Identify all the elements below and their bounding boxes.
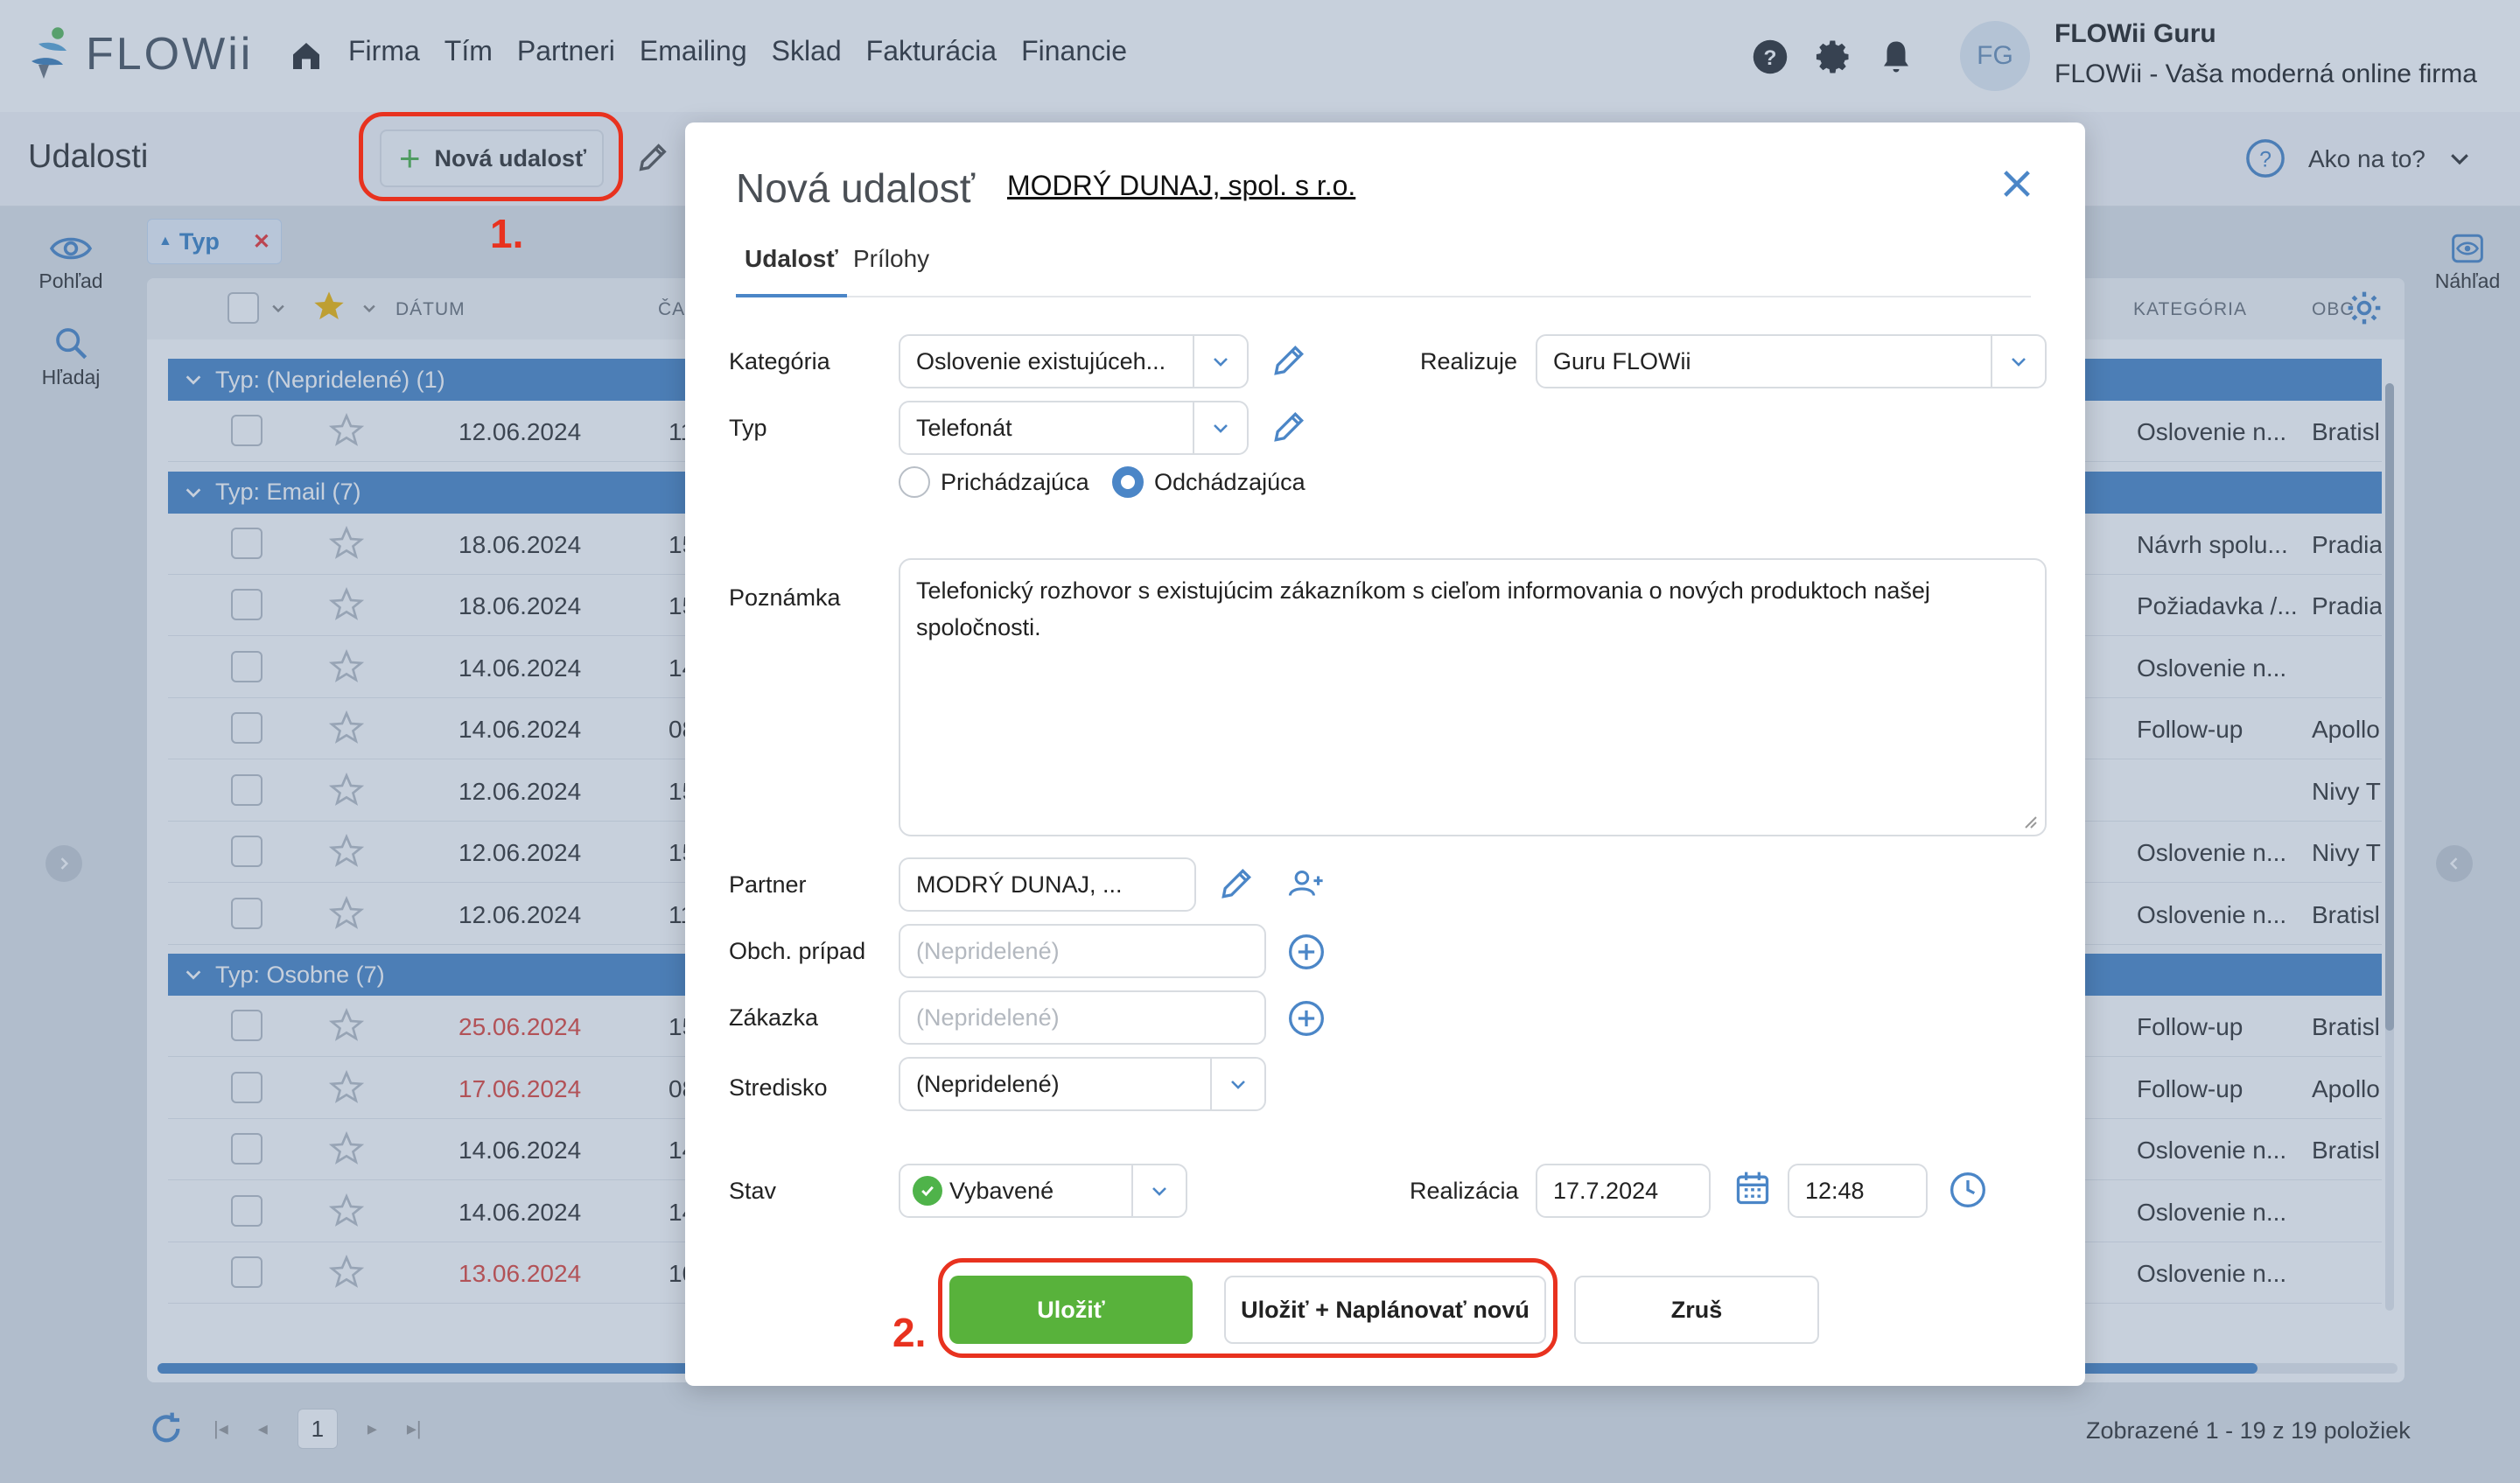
chevron-down-icon[interactable] — [1193, 336, 1247, 387]
assignee-label: Realizuje — [1420, 348, 1518, 374]
note-label: Poznámka — [729, 584, 841, 611]
status-label: Stav — [729, 1178, 777, 1204]
add-case-icon[interactable] — [1287, 933, 1326, 971]
calendar-icon[interactable] — [1733, 1169, 1772, 1207]
new-event-dialog: Nová udalosť MODRÝ DUNAJ, spol. s r.o. U… — [685, 122, 2085, 1386]
radio-outgoing-label: Odchádzajúca — [1154, 468, 1306, 495]
note-textarea[interactable]: Telefonický rozhovor s existujúcim zákaz… — [899, 558, 2047, 836]
status-select[interactable]: Vybavené — [899, 1164, 1187, 1218]
callout-step-2: 2. — [892, 1310, 927, 1355]
status-value: Vybavené — [949, 1177, 1054, 1204]
case-label: Obch. prípad — [729, 938, 866, 964]
case-placeholder: (Nepridelené) — [916, 937, 1060, 964]
radio-outgoing-dot[interactable] — [1112, 466, 1144, 498]
note-text: Telefonický rozhovor s existujúcim zákaz… — [916, 577, 1930, 640]
dialog-tabs: Udalosť Prílohy — [736, 245, 2031, 297]
assignee-select[interactable]: Guru FLOWii — [1536, 334, 2047, 388]
chevron-down-icon[interactable] — [1131, 1165, 1186, 1216]
case-input[interactable]: (Nepridelené) — [899, 924, 1266, 978]
assignee-value: Guru FLOWii — [1553, 347, 1691, 374]
center-value: (Nepridelené) — [916, 1070, 1060, 1097]
radio-incoming-label: Prichádzajúca — [941, 468, 1089, 495]
close-icon[interactable] — [1999, 166, 2034, 201]
category-value: Oslovenie existujúceh... — [916, 347, 1166, 374]
realization-label: Realizácia — [1410, 1178, 1519, 1204]
edit-partner-pencil-icon[interactable] — [1217, 864, 1256, 903]
add-person-icon[interactable] — [1287, 864, 1326, 903]
check-circle-icon — [913, 1176, 942, 1206]
realization-date-input[interactable]: 17.7.2024 — [1536, 1164, 1711, 1218]
radio-incoming-dot[interactable] — [899, 466, 930, 498]
callout-step-1: 1. — [490, 211, 524, 256]
cancel-button[interactable]: Zruš — [1574, 1276, 1819, 1344]
chevron-down-icon[interactable] — [1991, 336, 2045, 387]
realization-date-value: 17.7.2024 — [1553, 1177, 1659, 1204]
radio-outgoing[interactable]: Odchádzajúca — [1112, 466, 1306, 498]
chevron-down-icon[interactable] — [1193, 402, 1247, 453]
dialog-partner-link[interactable]: MODRÝ DUNAJ, spol. s r.o. — [1007, 170, 1355, 202]
realization-time-value: 12:48 — [1805, 1177, 1865, 1204]
edit-category-pencil-icon[interactable] — [1270, 341, 1308, 380]
partner-input[interactable]: MODRÝ DUNAJ, ... — [899, 857, 1196, 912]
callout-save-buttons — [938, 1258, 1558, 1358]
add-order-icon[interactable] — [1287, 999, 1326, 1038]
center-label: Stredisko — [729, 1074, 828, 1101]
callout-new-event — [359, 112, 623, 201]
order-placeholder: (Nepridelené) — [916, 1004, 1060, 1031]
clock-icon[interactable] — [1949, 1171, 1987, 1209]
partner-label: Partner — [729, 871, 807, 898]
order-input[interactable]: (Nepridelené) — [899, 990, 1266, 1045]
type-label: Typ — [729, 415, 767, 441]
center-select[interactable]: (Nepridelené) — [899, 1057, 1266, 1111]
tab-attachments[interactable]: Prílohy — [844, 245, 938, 297]
radio-incoming[interactable]: Prichádzajúca — [899, 466, 1089, 498]
order-label: Zákazka — [729, 1004, 819, 1031]
chevron-down-icon[interactable] — [1210, 1059, 1264, 1109]
edit-type-pencil-icon[interactable] — [1270, 408, 1308, 446]
tab-event[interactable]: Udalosť — [736, 245, 847, 297]
type-value: Telefonát — [916, 414, 1012, 441]
type-select[interactable]: Telefonát — [899, 401, 1249, 455]
resize-grip-icon[interactable] — [2020, 812, 2038, 829]
category-select[interactable]: Oslovenie existujúceh... — [899, 334, 1249, 388]
realization-time-input[interactable]: 12:48 — [1788, 1164, 1928, 1218]
dialog-title: Nová udalosť — [736, 165, 975, 211]
partner-value: MODRÝ DUNAJ, ... — [916, 871, 1123, 898]
category-label: Kategória — [729, 348, 830, 374]
